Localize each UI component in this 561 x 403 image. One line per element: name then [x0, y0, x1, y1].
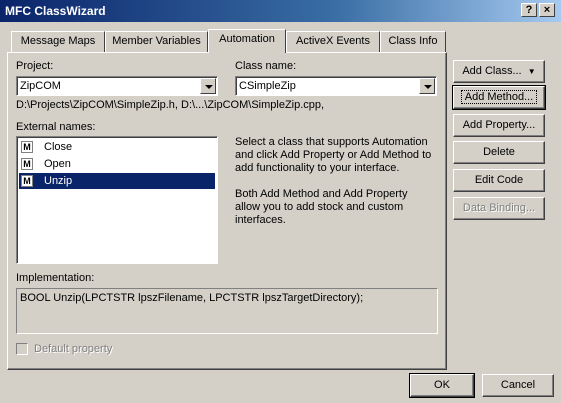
- list-item-open[interactable]: M Open: [19, 156, 215, 172]
- tab-message-maps[interactable]: Message Maps: [11, 31, 105, 52]
- close-icon[interactable]: ×: [539, 3, 555, 17]
- class-name-combo[interactable]: CSimpleZip: [235, 76, 437, 96]
- method-icon: M: [21, 141, 33, 153]
- project-value: ZipCOM: [20, 80, 61, 92]
- default-property-checkbox[interactable]: [16, 343, 28, 355]
- cancel-button[interactable]: Cancel: [482, 374, 554, 397]
- help-icon[interactable]: ?: [521, 3, 537, 17]
- add-method-button[interactable]: Add Method...: [452, 85, 546, 110]
- project-combo[interactable]: ZipCOM: [16, 76, 218, 96]
- external-names-list[interactable]: M Close M Open M Unzip: [16, 136, 218, 264]
- dropdown-arrow-icon: ▼: [527, 67, 536, 76]
- title-bar: MFC ClassWizard ? ×: [0, 0, 561, 22]
- chevron-down-icon[interactable]: [419, 78, 435, 94]
- tab-class-info[interactable]: Class Info: [380, 31, 446, 52]
- help-text-both: Both Add Method and Add Property allow y…: [235, 188, 408, 226]
- data-binding-button[interactable]: Data Binding...: [453, 197, 545, 220]
- list-item-unzip[interactable]: M Unzip: [19, 173, 215, 189]
- edit-code-button[interactable]: Edit Code: [453, 169, 545, 192]
- implementation-field: BOOL Unzip(LPCTSTR lpszFilename, LPCTSTR…: [16, 288, 438, 334]
- help-text-select: Select a class that supports Automation …: [235, 136, 432, 174]
- add-property-button[interactable]: Add Property...: [453, 114, 545, 137]
- list-item-close[interactable]: M Close: [19, 139, 215, 155]
- external-names-label: External names:: [16, 121, 96, 133]
- file-path-text: D:\Projects\ZipCOM\SimpleZip.h, D:\...\Z…: [16, 99, 325, 111]
- ok-button[interactable]: OK: [409, 373, 475, 398]
- tab-member-variables[interactable]: Member Variables: [105, 31, 208, 52]
- window-title: MFC ClassWizard: [5, 4, 106, 18]
- add-class-button[interactable]: Add Class... ▼: [453, 60, 545, 83]
- implementation-text: BOOL Unzip(LPCTSTR lpszFilename, LPCTSTR…: [20, 292, 364, 304]
- delete-button[interactable]: Delete: [453, 141, 545, 164]
- class-name-label: Class name:: [235, 60, 297, 72]
- chevron-down-icon[interactable]: [200, 78, 216, 94]
- default-property-label: Default property: [34, 343, 113, 355]
- class-name-value: CSimpleZip: [239, 80, 296, 92]
- method-icon: M: [21, 175, 33, 187]
- tab-automation[interactable]: Automation: [208, 29, 286, 53]
- tab-activex-events[interactable]: ActiveX Events: [286, 31, 380, 52]
- method-icon: M: [21, 158, 33, 170]
- project-label: Project:: [16, 60, 54, 72]
- implementation-label: Implementation:: [16, 272, 95, 284]
